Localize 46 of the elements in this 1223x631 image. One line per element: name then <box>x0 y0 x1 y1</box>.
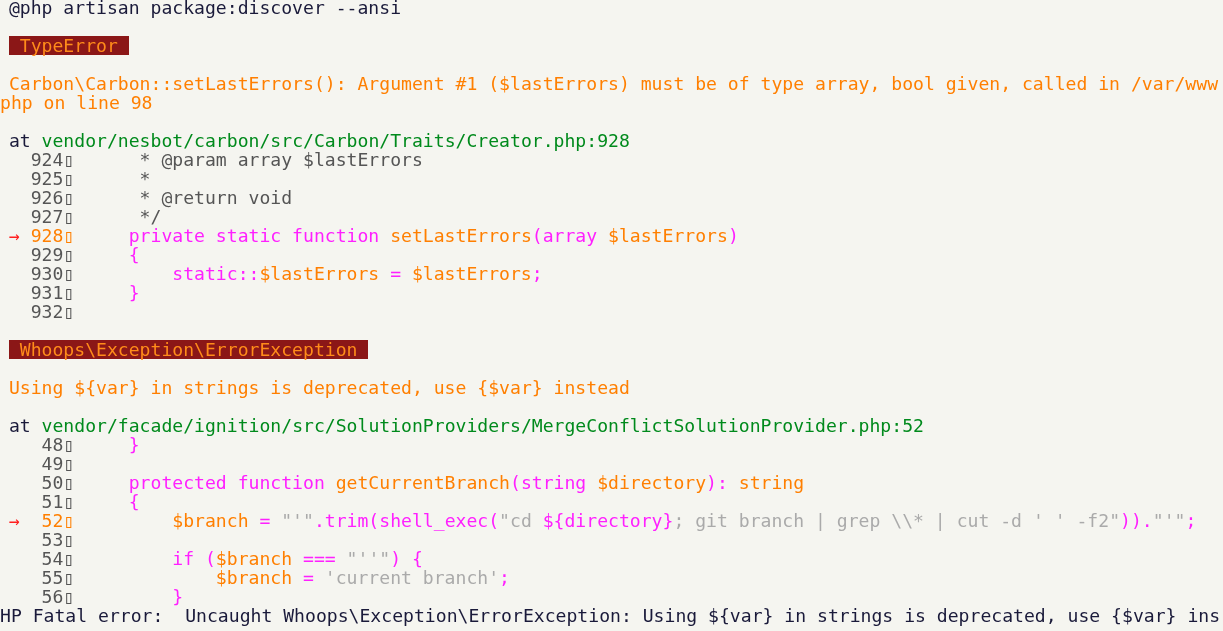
line-number: 930▯ <box>30 264 75 283</box>
code-line: { <box>127 492 140 511</box>
error-message: Carbon\Carbon::setLastErrors(): Argument #1 ($lastErrors) must be of type array, bool given, called in /var/www <box>7 74 1219 93</box>
line-number: 929▯ <box>30 245 75 264</box>
code-line: * @return void <box>138 188 293 207</box>
file-path: vendor/facade/ignition/src/SolutionProviders/MergeConflictSolutionProvider.php:52 <box>41 416 924 435</box>
code-line: } <box>128 435 140 454</box>
code-line: { <box>127 245 140 264</box>
code-line: $branch = 'current branch'; <box>214 568 510 587</box>
line-number: 50▯ <box>40 473 75 492</box>
line-number: 925▯ <box>30 169 75 188</box>
code-line: static::$lastErrors = $lastErrors; <box>171 264 543 283</box>
line-number: 52▯ <box>40 511 75 530</box>
error-type-label: Whoops\Exception\ErrorException <box>8 340 369 359</box>
command-line: @php artisan package:discover --ansi <box>8 0 402 17</box>
line-number: 924▯ <box>30 150 75 169</box>
current-line-marker: → <box>7 511 21 530</box>
line-number: 53▯ <box>40 530 75 549</box>
code-line: * <box>138 169 151 188</box>
line-number: 926▯ <box>30 188 75 207</box>
line-number: 48▯ <box>40 435 75 454</box>
line-number: 927▯ <box>30 207 75 226</box>
error-type-label: TypeError <box>8 36 129 55</box>
line-number: 932▯ <box>30 302 75 321</box>
code-line: } <box>127 283 140 302</box>
fatal-error-message: HP Fatal error: Uncaught Whoops\Exception\ErrorException: Using ${var} in strings is deprecated, use {$var} ins <box>0 606 1221 625</box>
code-line: protected function getCurrentBranch(string $directory): string <box>127 473 805 492</box>
file-path: vendor/nesbot/carbon/src/Carbon/Traits/Creator.php:928 <box>41 131 630 150</box>
at-label: at <box>8 416 31 435</box>
line-number: 49▯ <box>40 454 75 473</box>
line-number: 931▯ <box>30 283 75 302</box>
code-line: private static function setLastErrors(array $lastErrors) <box>127 226 739 245</box>
current-line-marker: → <box>7 226 21 245</box>
at-label: at <box>8 131 31 150</box>
code-line: if ($branch === "''") { <box>171 549 423 568</box>
code-line: $branch = "'".trim(shell_exec("cd ${directory}; git branch | grep \\* | cut -d ' ' -f2"))."'"; <box>171 511 1197 530</box>
line-number: 928▯ <box>30 226 75 245</box>
code-line: * @param array $lastErrors <box>139 150 423 169</box>
line-number: 56▯ <box>40 587 75 606</box>
error-message: Using ${var} in strings is deprecated, use {$var} instead <box>7 378 630 397</box>
code-line: } <box>171 587 184 606</box>
line-number: 51▯ <box>40 492 75 511</box>
line-number: 54▯ <box>40 549 75 568</box>
code-line: */ <box>138 207 162 226</box>
line-number: 55▯ <box>40 568 75 587</box>
error-message: php on line 98 <box>0 93 153 112</box>
